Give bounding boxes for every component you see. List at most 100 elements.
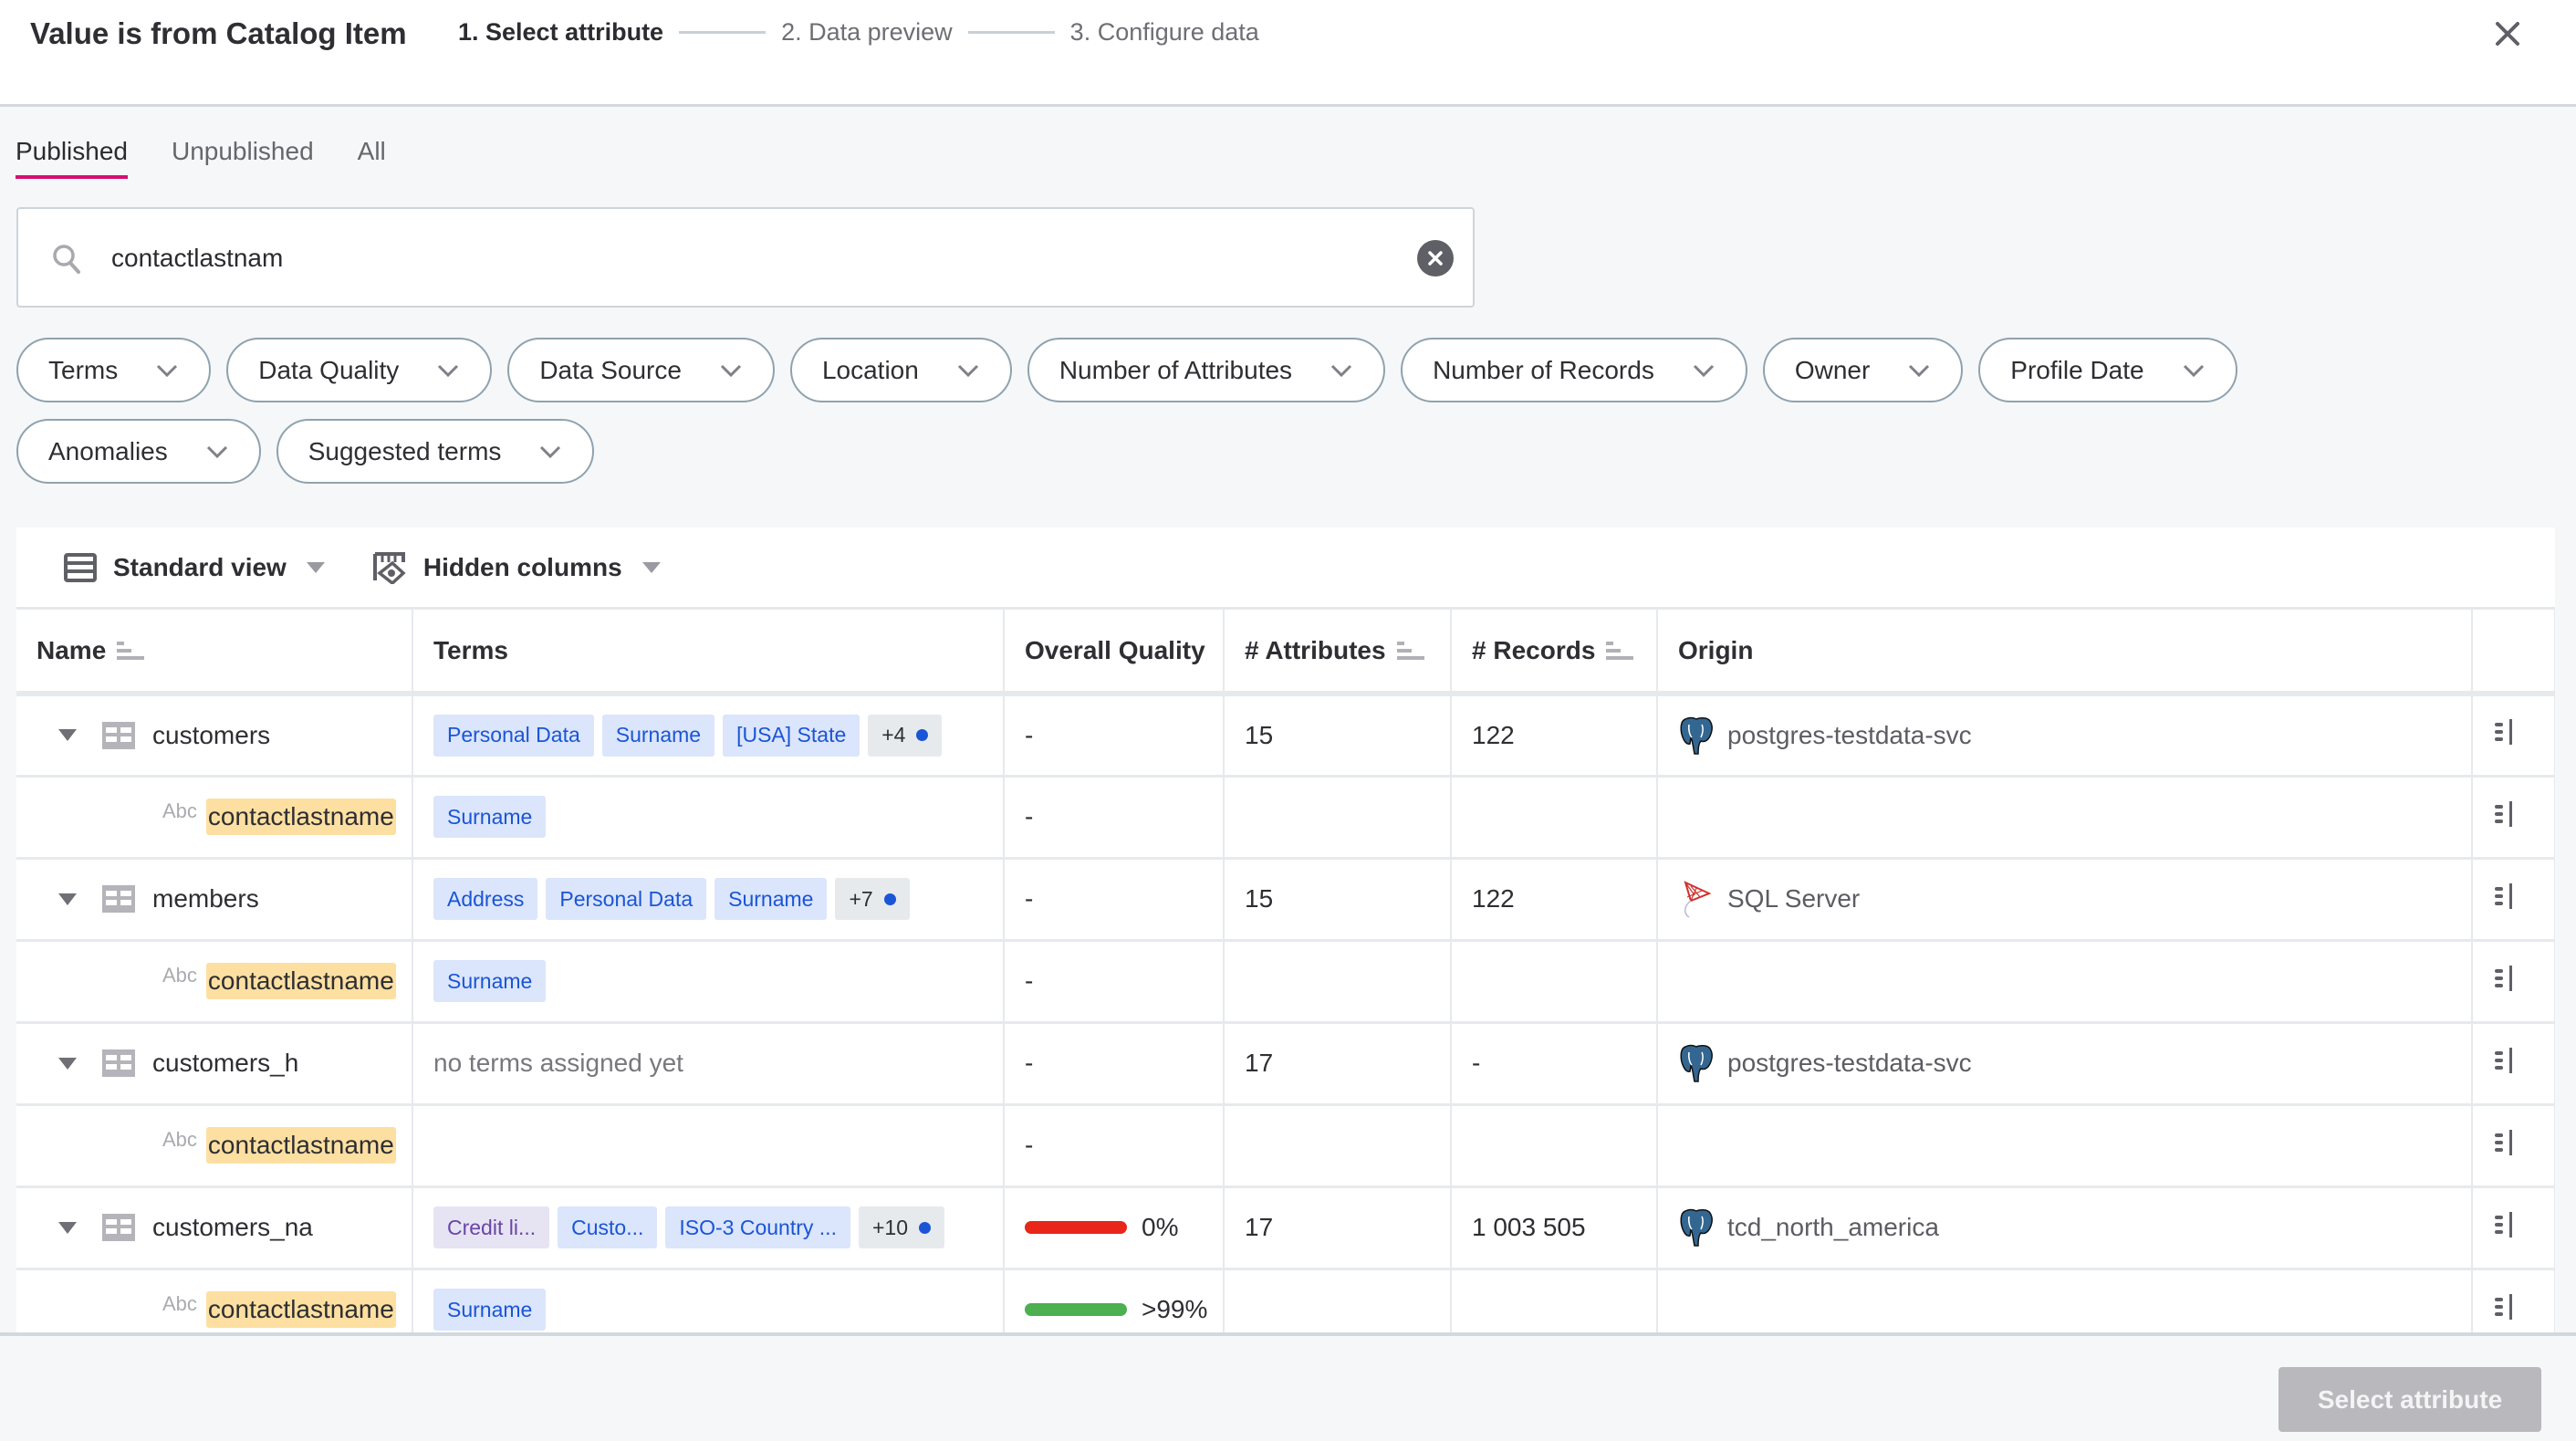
records-cell — [1451, 1269, 1658, 1332]
actions-cell — [2472, 776, 2555, 860]
row-details-button[interactable] — [2493, 1293, 2519, 1326]
table-name: customers — [152, 720, 271, 749]
row-details-button[interactable] — [2493, 719, 2519, 751]
row-details-button[interactable] — [2493, 1129, 2519, 1162]
standard-view-label: Standard view — [113, 552, 287, 581]
filter-suggested-terms[interactable]: Suggested terms — [276, 419, 595, 484]
table-icon — [102, 1214, 135, 1241]
collapse-toggle-icon[interactable] — [58, 729, 77, 742]
attribute-name-highlight: contactlastname — [205, 799, 396, 835]
term-tag[interactable]: Custo... — [558, 1206, 658, 1248]
row-details-button[interactable] — [2493, 1211, 2519, 1244]
quality-value: - — [1025, 884, 1034, 913]
collapse-toggle-icon[interactable] — [58, 1057, 77, 1070]
row-details-button[interactable] — [2493, 882, 2519, 915]
attributes-cell — [1224, 1104, 1452, 1188]
term-tag[interactable]: Surname — [714, 878, 828, 920]
row-details-button[interactable] — [2493, 800, 2519, 833]
quality-value: 0% — [1142, 1213, 1179, 1241]
chevron-down-icon — [2183, 364, 2204, 377]
table-row[interactable]: customers_h no terms assigned yet - 17 - post… — [16, 1022, 2555, 1106]
filter-number-of-attributes[interactable]: Number of Attributes — [1027, 338, 1386, 402]
actions-cell — [2472, 694, 2555, 778]
term-tag[interactable]: ISO-3 Country ... — [665, 1206, 850, 1248]
term-tag[interactable]: Surname — [433, 796, 547, 838]
select-attribute-button[interactable]: Select attribute — [2279, 1367, 2541, 1432]
term-tag[interactable]: [USA] State — [723, 714, 860, 757]
column-header-terms: Terms — [412, 610, 1005, 696]
table-icon — [102, 721, 135, 749]
attributes-cell — [1224, 1269, 1452, 1332]
filter-number-of-records[interactable]: Number of Records — [1401, 338, 1747, 402]
attributes-cell: 15 — [1224, 858, 1452, 942]
collapse-toggle-icon[interactable] — [58, 893, 77, 905]
more-terms-tag[interactable]: +10 — [858, 1206, 944, 1248]
actions-cell — [2472, 858, 2555, 942]
column-header-records[interactable]: # Records — [1451, 610, 1658, 696]
filter-data-quality[interactable]: Data Quality — [226, 338, 493, 402]
filter-label: Data Source — [539, 355, 682, 384]
hidden-columns-dropdown[interactable]: Hidden columns — [372, 551, 661, 584]
origin-cell: SQL Server — [1657, 858, 2473, 942]
filter-data-source[interactable]: Data Source — [507, 338, 775, 402]
tab-all[interactable]: All — [358, 137, 386, 179]
terms-cell: Surname — [412, 776, 1005, 860]
terms-cell — [412, 1104, 1005, 1188]
records-count: 1 003 505 — [1472, 1213, 1586, 1241]
attribute-row[interactable]: Abc contactlastname Surname - — [16, 940, 2555, 1024]
filter-label: Number of Attributes — [1059, 355, 1293, 384]
term-tag[interactable]: Personal Data — [433, 714, 594, 757]
quality-value: >99% — [1142, 1295, 1208, 1323]
name-cell: Abc contactlastname — [16, 1269, 413, 1332]
attributes-count: 15 — [1245, 884, 1274, 913]
filter-location[interactable]: Location — [789, 338, 1012, 402]
attributes-count: 17 — [1245, 1049, 1274, 1077]
search-input[interactable] — [111, 236, 1298, 280]
filter-anomalies[interactable]: Anomalies — [16, 419, 261, 484]
column-header-attributes[interactable]: # Attributes — [1224, 610, 1452, 696]
term-tag[interactable]: Personal Data — [546, 878, 707, 920]
attributes-cell: 17 — [1224, 1022, 1452, 1106]
sort-icon — [117, 642, 145, 661]
name-cell: customers_na — [16, 1186, 413, 1270]
term-tag[interactable]: Surname — [433, 1289, 547, 1331]
term-tag[interactable]: Surname — [433, 960, 547, 1002]
step-divider — [679, 31, 767, 34]
tab-published[interactable]: Published — [16, 137, 128, 179]
actions-cell — [2472, 940, 2555, 1024]
attribute-row[interactable]: Abc contactlastname Surname - — [16, 776, 2555, 860]
close-button[interactable] — [2494, 20, 2521, 47]
step-data-preview: 2. Data preview — [781, 18, 953, 46]
table-row[interactable]: customers Personal Data Surname [USA] State… — [16, 694, 2555, 778]
row-details-button[interactable] — [2493, 1047, 2519, 1080]
table-icon — [102, 885, 135, 913]
attribute-row[interactable]: Abc contactlastname - — [16, 1104, 2555, 1188]
term-tag[interactable]: Surname — [601, 714, 715, 757]
filter-profile-date[interactable]: Profile Date — [1978, 338, 2237, 402]
collapse-toggle-icon[interactable] — [58, 1221, 77, 1234]
list-view-icon — [64, 552, 97, 582]
filter-owner[interactable]: Owner — [1762, 338, 1964, 402]
term-tag[interactable]: Address — [433, 878, 538, 920]
table-row[interactable]: members Address Personal Data Surname +7-15 1… — [16, 858, 2555, 942]
standard-view-dropdown[interactable]: Standard view — [64, 552, 325, 582]
table-row[interactable]: customers_na Credit li... Custo... ISO-3 Co… — [16, 1186, 2555, 1270]
more-terms-tag[interactable]: +7 — [835, 878, 910, 920]
table-header-row: Name Terms Overall Quality # Attributes … — [16, 610, 2555, 696]
clear-search-button[interactable] — [1417, 240, 1454, 277]
origin-cell — [1657, 1104, 2473, 1188]
attribute-row[interactable]: Abc contactlastname Surname >99% — [16, 1269, 2555, 1332]
tab-unpublished[interactable]: Unpublished — [172, 137, 314, 179]
quality-indicator: >99% — [1025, 1295, 1223, 1324]
term-tag[interactable]: Credit li... — [433, 1206, 550, 1248]
postgresql-icon — [1680, 716, 1713, 755]
records-cell: 122 — [1451, 694, 1658, 778]
more-terms-tag[interactable]: +4 — [868, 714, 943, 757]
filter-terms[interactable]: Terms — [16, 338, 212, 402]
column-header-name[interactable]: Name — [16, 610, 413, 696]
terms-cell: Surname — [412, 1269, 1005, 1332]
row-details-icon — [2495, 800, 2512, 827]
attributes-count: 17 — [1245, 1213, 1274, 1241]
row-details-button[interactable] — [2493, 965, 2519, 997]
quality-cell: - — [1004, 694, 1225, 778]
